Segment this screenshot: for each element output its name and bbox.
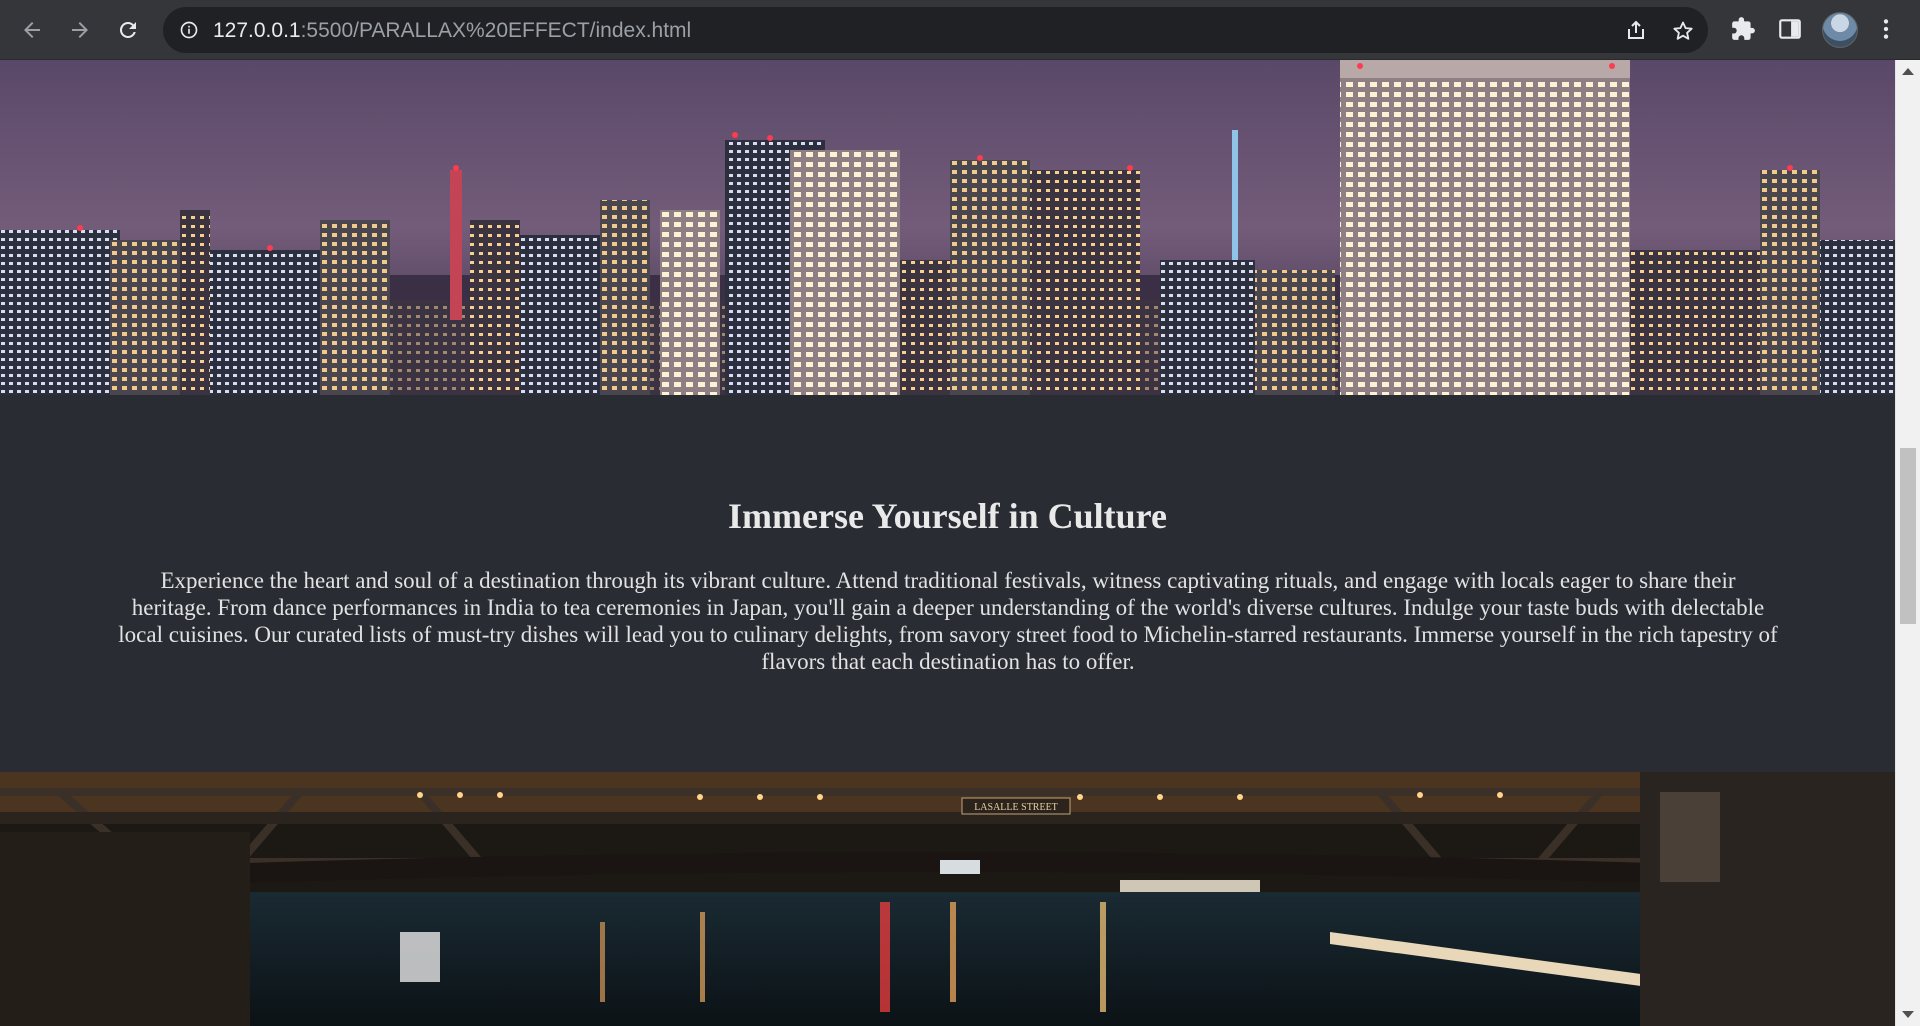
city-skyline-image: [0, 60, 1895, 395]
section-heading: Immerse Yourself in Culture: [728, 496, 1167, 536]
url-path: :5500/PARALLAX%20EFFECT/index.html: [300, 19, 692, 42]
forward-button[interactable]: [60, 10, 100, 50]
scroll-down-arrow-icon[interactable]: [1902, 1011, 1914, 1018]
info-icon[interactable]: [179, 20, 199, 40]
reload-button[interactable]: [108, 10, 148, 50]
url-host: 127.0.0.1: [213, 19, 301, 42]
culture-section: Immerse Yourself in Culture Experience t…: [0, 395, 1895, 772]
kebab-menu-icon[interactable]: [1873, 16, 1899, 42]
puzzle-icon[interactable]: [1730, 16, 1756, 42]
back-button[interactable]: [12, 10, 52, 50]
address-bar[interactable]: 127.0.0.1:5500/PARALLAX%20EFFECT/index.h…: [163, 7, 1708, 53]
avatar[interactable]: [1822, 12, 1858, 48]
reload-icon: [119, 21, 136, 38]
share-icon[interactable]: [1624, 19, 1648, 43]
forward-arrow-icon: [72, 22, 88, 38]
back-arrow-icon: [24, 22, 40, 38]
bridge-illustration: LASALLE STREET: [0, 772, 1895, 1026]
scroll-thumb[interactable]: [1900, 448, 1916, 624]
section-paragraph: Experience the heart and soul of a desti…: [118, 568, 1778, 674]
skyline-illustration: [0, 60, 1895, 395]
page-viewport: Immerse Yourself in Culture Experience t…: [0, 60, 1895, 1026]
browser-toolbar: 127.0.0.1:5500/PARALLAX%20EFFECT/index.h…: [0, 0, 1920, 60]
scroll-up-arrow-icon[interactable]: [1902, 68, 1914, 75]
vertical-scrollbar[interactable]: [1895, 60, 1920, 1026]
river-bridge-image: LASALLE STREET: [0, 772, 1895, 1026]
url-text[interactable]: 127.0.0.1:5500/PARALLAX%20EFFECT/index.h…: [213, 19, 691, 43]
side-panel-icon[interactable]: [1777, 16, 1803, 42]
star-icon[interactable]: [1671, 19, 1695, 43]
bridge-sign-text: LASALLE STREET: [974, 802, 1058, 813]
